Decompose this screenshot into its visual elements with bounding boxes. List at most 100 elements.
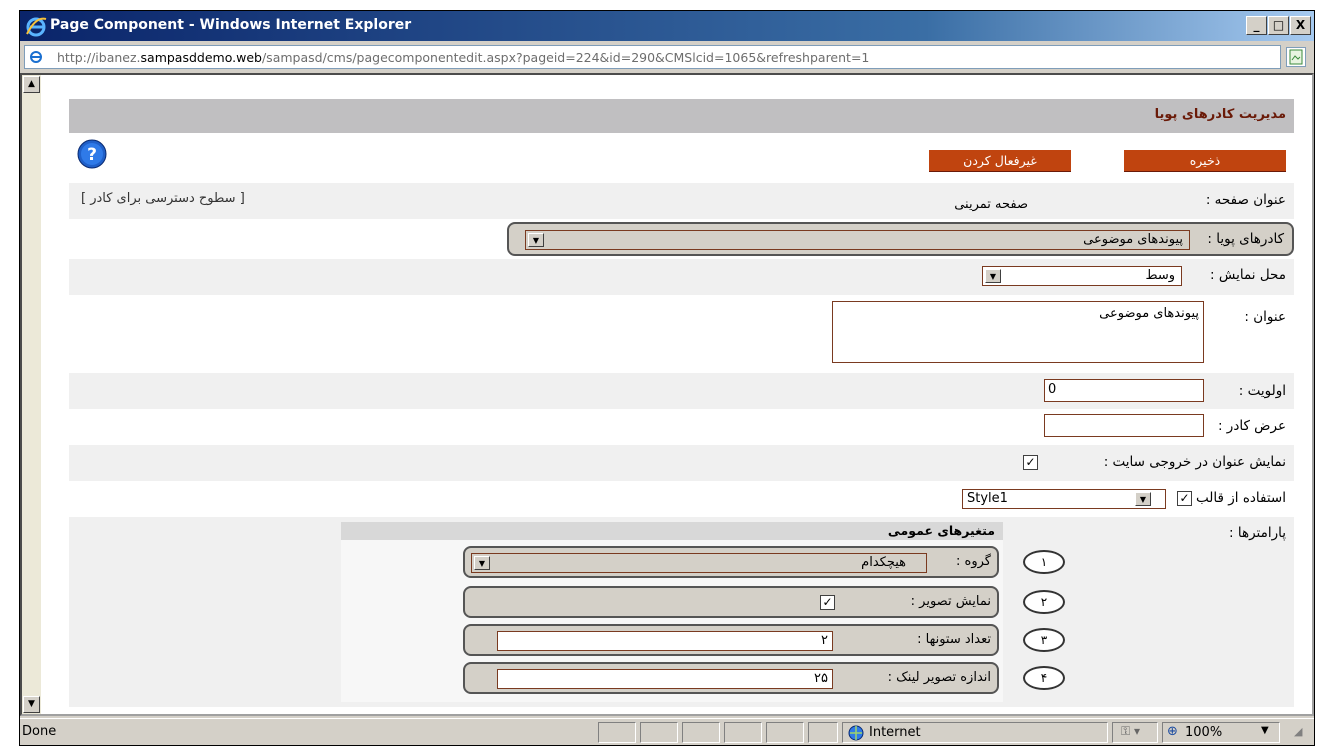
dynamic-frames-box: کادرهای پویا : پیوندهای موضوعی ▼ — [507, 222, 1294, 256]
security-zone-cell[interactable]: Internet — [842, 722, 1108, 743]
general-variables-header: متغیرهای عمومی — [341, 522, 1003, 540]
param-number-1: ۱ — [1023, 550, 1065, 574]
title-row: عنوان : پیوندهای موضوعی — [69, 295, 1294, 367]
frame-width-input[interactable] — [1044, 414, 1204, 437]
deactivate-button[interactable]: غیرفعال کردن — [929, 150, 1071, 172]
url-path: /sampasd/cms/pagecomponentedit.aspx?page… — [261, 50, 870, 65]
general-variables-title: متغیرهای عمومی — [887, 523, 995, 538]
template-value: Style1 — [967, 491, 1008, 506]
priority-row: اولویت : 0 — [69, 373, 1294, 409]
parameters-label: پارامترها : — [1229, 525, 1286, 541]
title-textarea[interactable]: پیوندهای موضوعی — [832, 301, 1204, 363]
status-cell — [682, 722, 720, 743]
security-zone-label: Internet — [869, 725, 921, 740]
chevron-down-icon[interactable]: ▼ — [474, 556, 490, 570]
globe-icon — [848, 725, 864, 741]
status-text: Done — [22, 724, 57, 739]
compatibility-view-icon[interactable] — [1286, 47, 1306, 67]
page-image-icon — [1289, 49, 1303, 65]
help-icon[interactable]: ? — [77, 139, 107, 169]
page-header: مدیریت کادرهای پویا — [69, 99, 1294, 133]
param-columns-box: تعداد ستونها : ۲ — [463, 624, 999, 656]
display-location-label: محل نمایش : — [1210, 267, 1286, 283]
frame-width-row: عرض کادر : — [69, 409, 1294, 445]
param-group-box: گروه : هیچکدام ▼ — [463, 546, 999, 578]
protected-mode-cell[interactable]: ⚿ ▾ — [1112, 722, 1158, 743]
chevron-down-icon[interactable]: ▼ — [1261, 725, 1269, 736]
status-bar: Done Internet ⚿ ▾ ⊕ 100% ▼ ◢ — [20, 718, 1314, 745]
address-bar: http://ibanez.sampasddemo.web/sampasd/cm… — [20, 42, 1314, 72]
chevron-down-icon[interactable]: ▼ — [985, 269, 1001, 283]
lock-icon: ⚿ ▾ — [1121, 724, 1140, 738]
save-button[interactable]: ذخیره — [1124, 150, 1286, 172]
dynamic-frames-label: کادرهای پویا : — [1207, 231, 1284, 247]
param-link-image-size-label: اندازه تصویر لینک : — [887, 670, 991, 685]
vertical-scrollbar[interactable]: ▲ ▼ — [22, 75, 41, 714]
priority-value: 0 — [1048, 382, 1057, 397]
window-title: Page Component - Windows Internet Explor… — [50, 17, 412, 33]
param-show-image-label: نمایش تصویر : — [910, 594, 991, 609]
minimize-button[interactable]: _ — [1246, 16, 1267, 35]
param-link-image-size-input[interactable]: ۲۵ — [497, 669, 833, 689]
param-columns-label: تعداد ستونها : — [917, 632, 991, 647]
status-cell — [724, 722, 762, 743]
param-number-3: ۳ — [1023, 628, 1065, 652]
display-location-select[interactable]: وسط ▼ — [982, 266, 1182, 286]
dynamic-frames-value: پیوندهای موضوعی — [1083, 232, 1183, 247]
param-link-image-size-box: اندازه تصویر لینک : ۲۵ — [463, 662, 999, 694]
ie-window: Page Component - Windows Internet Explor… — [19, 10, 1315, 746]
param-columns-input[interactable]: ۲ — [497, 631, 833, 651]
template-select[interactable]: Style1 ▼ — [962, 489, 1166, 509]
internet-explorer-icon — [26, 17, 47, 37]
address-field[interactable]: http://ibanez.sampasddemo.web/sampasd/cm… — [24, 45, 1281, 69]
chevron-down-icon[interactable]: ▼ — [1135, 492, 1151, 506]
svg-text:?: ? — [87, 145, 97, 165]
chevron-down-icon[interactable]: ▼ — [528, 233, 544, 247]
title-value: پیوندهای موضوعی — [1099, 306, 1199, 321]
param-group-label: گروه : — [956, 554, 991, 569]
title-bar[interactable]: Page Component - Windows Internet Explor… — [20, 11, 1314, 41]
param-group-select[interactable]: هیچکدام ▼ — [471, 553, 927, 573]
param-link-image-size-value: ۲۵ — [814, 671, 828, 686]
display-location-value: وسط — [1145, 268, 1175, 283]
dynamic-frames-row: کادرهای پویا : پیوندهای موضوعی ▼ — [69, 219, 1294, 256]
status-cell — [766, 722, 804, 743]
scroll-up-icon[interactable]: ▲ — [23, 76, 40, 93]
page-title: مدیریت کادرهای پویا — [1154, 107, 1286, 122]
status-cell — [640, 722, 678, 743]
title-label: عنوان : — [1244, 309, 1286, 325]
resize-grip-icon[interactable]: ◢ — [1294, 725, 1302, 738]
use-template-checkbox[interactable]: ✓ — [1177, 491, 1192, 506]
use-template-row: استفاده از قالب : ✓ Style1 ▼ — [69, 481, 1294, 517]
param-show-image-box: نمایش تصویر : ✓ — [463, 586, 999, 618]
frame-width-label: عرض کادر : — [1217, 418, 1286, 434]
status-cell — [598, 722, 636, 743]
use-template-label: استفاده از قالب : — [1187, 490, 1286, 506]
ie-page-icon — [30, 51, 42, 63]
dynamic-frames-select[interactable]: پیوندهای موضوعی ▼ — [525, 230, 1190, 250]
show-title-label: نمایش عنوان در خروجی سایت : — [1103, 454, 1286, 470]
priority-label: اولویت : — [1238, 383, 1286, 399]
show-title-checkbox[interactable]: ✓ — [1023, 455, 1038, 470]
cms-page: مدیریت کادرهای پویا ? ذخیره غیرفعال کردن… — [69, 99, 1294, 711]
url-prefix: http://ibanez. — [57, 50, 141, 65]
zoom-icon: ⊕ — [1167, 724, 1178, 739]
scroll-down-icon[interactable]: ▼ — [23, 696, 40, 713]
zoom-level: 100% — [1185, 725, 1223, 740]
param-show-image-checkbox[interactable]: ✓ — [820, 595, 835, 610]
close-button[interactable]: X — [1290, 16, 1311, 35]
page-title-label: عنوان صفحه : — [1205, 192, 1286, 208]
content-viewport: ▲ ▼ مدیریت کادرهای پویا ? ذخیره غیرفعال … — [20, 73, 1314, 716]
priority-input[interactable]: 0 — [1044, 379, 1204, 402]
param-columns-value: ۲ — [821, 633, 828, 648]
param-number-4: ۴ — [1023, 666, 1065, 690]
param-number-2: ۲ — [1023, 590, 1065, 614]
status-cell — [808, 722, 838, 743]
maximize-button[interactable]: □ — [1268, 16, 1289, 35]
zoom-cell[interactable]: ⊕ 100% ▼ — [1162, 722, 1280, 743]
url-text: http://ibanez.sampasddemo.web/sampasd/cm… — [57, 50, 869, 65]
display-location-row: محل نمایش : وسط ▼ — [69, 259, 1294, 295]
param-group-value: هیچکدام — [861, 555, 906, 570]
access-levels-link[interactable]: [ سطوح دسترسی برای کادر ] — [81, 191, 245, 206]
show-title-row: نمایش عنوان در خروجی سایت : ✓ — [69, 445, 1294, 481]
